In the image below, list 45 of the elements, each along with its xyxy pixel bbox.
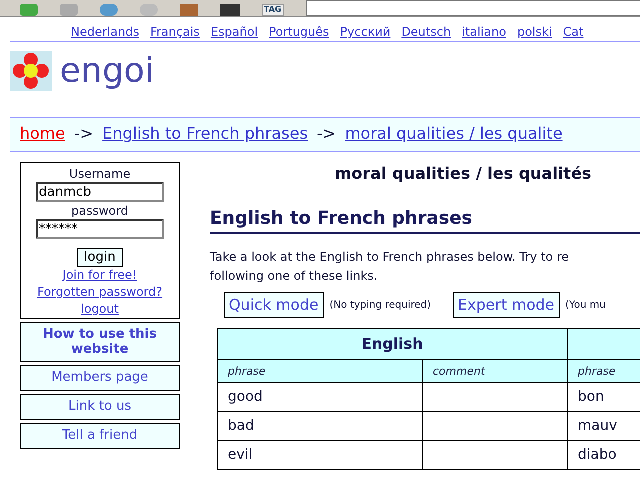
login-button[interactable]: login (77, 248, 123, 267)
language-link[interactable]: Português (269, 25, 330, 39)
language-header: English (218, 328, 568, 360)
sidebar-item[interactable]: Tell a friend (20, 423, 180, 449)
intro-text: following one of these links. (210, 268, 378, 285)
mode-button[interactable]: Quick mode (224, 292, 324, 318)
mode-button[interactable]: Expert mode (453, 292, 560, 318)
breadcrumb-link[interactable]: moral qualities / les qualite (345, 124, 563, 143)
language-link[interactable]: polski (517, 25, 552, 39)
breadcrumb-separator: -> (74, 124, 94, 143)
flower-logo-icon (10, 51, 52, 91)
table-cell: bad (218, 412, 422, 440)
sidebar-item[interactable]: How to use this website (20, 322, 180, 362)
language-link[interactable]: Русский (340, 25, 391, 39)
table-cell: good (218, 382, 422, 412)
account-link[interactable]: Forgotten password? (37, 284, 163, 301)
sidebar-item[interactable]: Members page (20, 365, 180, 391)
tag-button[interactable]: TAG (262, 4, 284, 16)
language-link[interactable]: italiano (462, 25, 506, 39)
password-field[interactable]: ****** (36, 219, 164, 239)
column-header: phrase (568, 360, 640, 382)
column-header: comment (422, 360, 568, 382)
language-link[interactable]: Nederlands (71, 25, 140, 39)
address-field[interactable] (306, 0, 640, 16)
language-link[interactable]: Cat (563, 25, 584, 39)
breadcrumb-link[interactable]: home (20, 124, 66, 143)
column-header: phrase (218, 360, 422, 382)
username-label: Username (69, 166, 131, 182)
mode-note: (You mu (566, 300, 606, 310)
account-link[interactable]: logout (81, 301, 119, 318)
breadcrumb-separator: -> (317, 124, 336, 143)
site-name: engoi (60, 51, 154, 91)
password-label: password (72, 203, 128, 219)
mode-note: (No typing required) (330, 300, 432, 310)
language-link[interactable]: Deutsch (402, 25, 452, 39)
language-link[interactable]: Français (150, 25, 200, 39)
intro-text: Take a look at the English to French phrases below. Try to re (210, 249, 570, 266)
account-link[interactable]: Join for free! (62, 267, 138, 284)
sidebar-item[interactable]: Link to us (20, 394, 180, 420)
topic-title: moral qualities / les qualités (334, 164, 593, 183)
section-heading: English to French phrases (210, 208, 640, 234)
table-cell: evil (218, 440, 422, 470)
username-field[interactable]: danmcb (36, 182, 164, 202)
language-link[interactable]: Español (210, 25, 258, 39)
breadcrumb-link[interactable]: English to French phrases (102, 124, 308, 143)
